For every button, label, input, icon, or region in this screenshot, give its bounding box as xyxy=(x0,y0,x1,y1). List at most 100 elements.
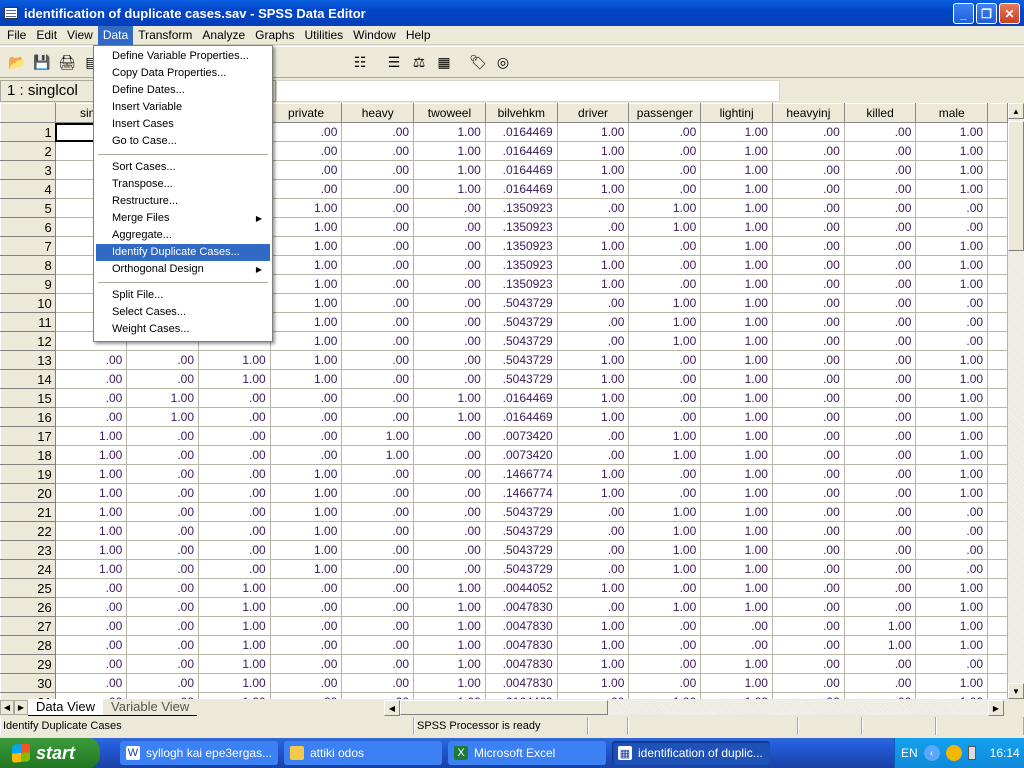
row-number[interactable]: 20 xyxy=(0,483,56,503)
data-cell[interactable]: .00 xyxy=(270,597,343,617)
data-cell[interactable]: .0047830 xyxy=(485,654,558,674)
data-cell[interactable]: 1.00 xyxy=(557,179,630,199)
data-cell[interactable]: .00 xyxy=(341,236,415,256)
data-cell[interactable]: 1.00 xyxy=(700,312,773,332)
row-number[interactable]: 23 xyxy=(0,540,56,560)
data-cell[interactable]: .00 xyxy=(844,597,917,617)
close-button[interactable]: ✕ xyxy=(999,3,1020,24)
data-cell[interactable]: .00 xyxy=(341,350,415,370)
data-cell[interactable]: 1.00 xyxy=(700,179,773,199)
data-cell[interactable]: .00 xyxy=(772,521,845,541)
data-cell[interactable]: 1.00 xyxy=(557,350,630,370)
row-number[interactable]: 7 xyxy=(0,236,56,256)
data-cell[interactable]: .00 xyxy=(341,160,415,180)
data-cell[interactable]: 1.00 xyxy=(700,160,773,180)
data-cell[interactable]: .00 xyxy=(772,198,845,218)
data-cell[interactable] xyxy=(987,635,1008,655)
data-cell[interactable] xyxy=(987,388,1008,408)
data-cell[interactable]: .00 xyxy=(55,407,128,427)
data-cell[interactable]: 1.00 xyxy=(270,198,343,218)
menu-utilities[interactable]: Utilities xyxy=(299,26,348,45)
data-cell[interactable]: .00 xyxy=(772,141,845,161)
data-cell[interactable]: .00 xyxy=(126,654,200,674)
menu-item-restructure[interactable]: Restructure... xyxy=(96,193,270,210)
data-cell[interactable]: .00 xyxy=(126,350,200,370)
data-cell[interactable]: 1.00 xyxy=(270,255,343,275)
data-cell[interactable] xyxy=(987,407,1008,427)
data-cell[interactable]: 1.00 xyxy=(413,388,486,408)
value-labels-icon[interactable]: 🏷 xyxy=(467,51,489,73)
data-cell[interactable]: 1.00 xyxy=(198,578,271,598)
data-cell[interactable]: .00 xyxy=(413,350,486,370)
data-cell[interactable]: .00 xyxy=(915,654,989,674)
data-cell[interactable]: 1.00 xyxy=(557,578,630,598)
data-cell[interactable]: 1.00 xyxy=(557,236,630,256)
data-cell[interactable]: .00 xyxy=(341,635,415,655)
data-cell[interactable]: .00 xyxy=(341,502,415,522)
menu-item-insert-cases[interactable]: Insert Cases xyxy=(96,116,270,133)
data-cell[interactable]: .5043729 xyxy=(485,312,558,332)
data-cell[interactable]: .00 xyxy=(198,483,271,503)
data-cell[interactable]: .00 xyxy=(844,350,917,370)
data-cell[interactable]: 1.00 xyxy=(413,578,486,598)
data-cell[interactable]: .5043729 xyxy=(485,331,558,351)
data-cell[interactable]: .00 xyxy=(198,464,271,484)
data-cell[interactable]: 1.00 xyxy=(557,654,630,674)
data-cell[interactable] xyxy=(987,312,1008,332)
data-cell[interactable]: 1.00 xyxy=(700,122,773,142)
data-cell[interactable]: .00 xyxy=(628,274,702,294)
data-cell[interactable]: 1.00 xyxy=(700,559,773,579)
data-cell[interactable]: .00 xyxy=(55,369,128,389)
data-cell[interactable]: .00 xyxy=(844,369,917,389)
menu-item-copy-data-properties[interactable]: Copy Data Properties... xyxy=(96,65,270,82)
data-cell[interactable]: .00 xyxy=(772,407,845,427)
data-cell[interactable]: .00 xyxy=(341,407,415,427)
data-cell[interactable]: 1.00 xyxy=(700,483,773,503)
data-cell[interactable]: .0164469 xyxy=(485,388,558,408)
row-number[interactable]: 27 xyxy=(0,616,56,636)
data-cell[interactable]: 1.00 xyxy=(413,616,486,636)
data-cell[interactable]: 1.00 xyxy=(413,654,486,674)
row-number[interactable]: 2 xyxy=(0,141,56,161)
data-cell[interactable]: 1.00 xyxy=(413,597,486,617)
row-number[interactable]: 10 xyxy=(0,293,56,313)
data-cell[interactable]: 1.00 xyxy=(700,274,773,294)
menu-data[interactable]: Data xyxy=(97,25,134,45)
menu-item-identify-duplicate-cases[interactable]: Identify Duplicate Cases... xyxy=(96,244,270,261)
horizontal-scroll-thumb[interactable] xyxy=(400,700,608,715)
data-cell[interactable]: .00 xyxy=(341,559,415,579)
data-cell[interactable]: 1.00 xyxy=(915,616,989,636)
data-cell[interactable]: .00 xyxy=(557,331,630,351)
data-cell[interactable]: 1.00 xyxy=(270,540,343,560)
data-cell[interactable] xyxy=(987,274,1008,294)
data-cell[interactable]: 1.00 xyxy=(915,369,989,389)
menu-window[interactable]: Window xyxy=(348,26,401,45)
data-cell[interactable]: 1.00 xyxy=(55,540,128,560)
data-cell[interactable]: .00 xyxy=(628,350,702,370)
column-header[interactable]: private xyxy=(270,103,343,123)
data-cell[interactable]: .00 xyxy=(126,616,200,636)
data-cell[interactable]: .00 xyxy=(341,483,415,503)
restore-button[interactable]: ❐ xyxy=(976,3,997,24)
data-cell[interactable] xyxy=(987,597,1008,617)
row-number[interactable]: 3 xyxy=(0,160,56,180)
data-cell[interactable]: .00 xyxy=(270,578,343,598)
data-cell[interactable]: 1.00 xyxy=(557,141,630,161)
data-cell[interactable]: 1.00 xyxy=(557,274,630,294)
data-cell[interactable]: .5043729 xyxy=(485,350,558,370)
data-cell[interactable]: .00 xyxy=(915,331,989,351)
data-cell[interactable]: 1.00 xyxy=(700,464,773,484)
data-cell[interactable]: .00 xyxy=(772,388,845,408)
data-cell[interactable]: 1.00 xyxy=(55,464,128,484)
data-cell[interactable]: .00 xyxy=(844,445,917,465)
row-number[interactable]: 24 xyxy=(0,559,56,579)
data-cell[interactable]: .00 xyxy=(628,673,702,693)
data-cell[interactable]: .00 xyxy=(772,673,845,693)
data-cell[interactable]: .00 xyxy=(915,559,989,579)
data-cell[interactable]: .00 xyxy=(126,502,200,522)
data-cell[interactable]: 1.00 xyxy=(700,255,773,275)
row-number[interactable]: 15 xyxy=(0,388,56,408)
data-cell[interactable]: .00 xyxy=(341,255,415,275)
data-cell[interactable]: 1.00 xyxy=(413,673,486,693)
data-cell[interactable]: .1350923 xyxy=(485,198,558,218)
